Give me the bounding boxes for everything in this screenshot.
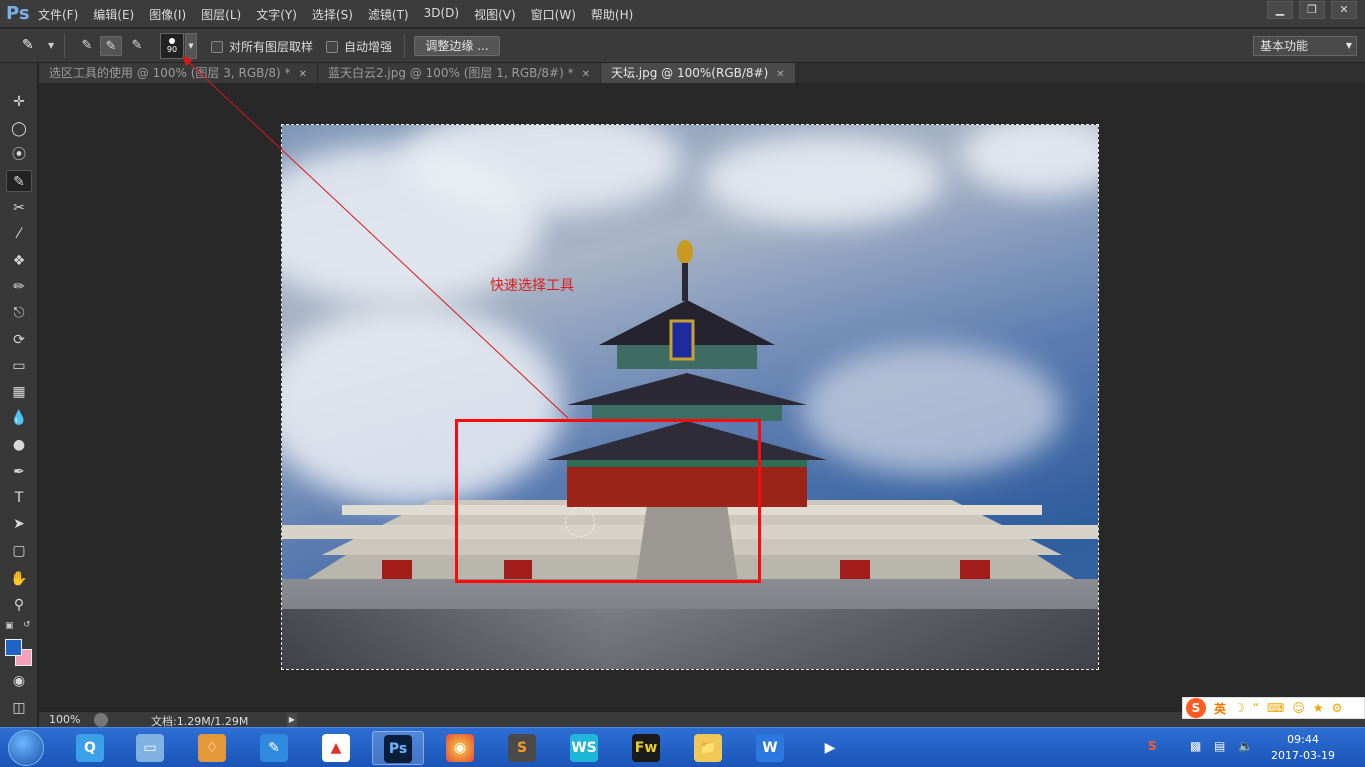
settings-icon[interactable]: ⚙ <box>1332 701 1343 715</box>
status-menu-arrow[interactable]: ▶ <box>287 713 297 727</box>
annotation-arrow <box>182 56 569 419</box>
start-button-icon[interactable] <box>8 730 44 766</box>
sogou-logo-icon[interactable]: S <box>1186 698 1206 718</box>
annotation-highlight-box <box>455 419 761 583</box>
annotation-label: 快速选择工具 <box>490 278 574 294</box>
sogou-tray-icon[interactable]: S <box>1148 739 1157 753</box>
taskbar-app-qq[interactable]: Q <box>64 731 116 765</box>
skin-icon[interactable]: ★ <box>1313 701 1324 715</box>
signal-icon[interactable]: ▩ <box>1190 739 1201 753</box>
taskbar-app-player[interactable]: ▶ <box>804 731 856 765</box>
volume-icon[interactable]: 🔈 <box>1238 739 1253 753</box>
clock-date: 2017-03-19 <box>1271 749 1335 762</box>
zoom-level[interactable]: 100% <box>49 713 80 726</box>
taskbar-app-sublime[interactable]: S <box>496 731 548 765</box>
system-clock[interactable]: 09:44 2017-03-19 <box>1268 732 1338 764</box>
taskbar-app-w[interactable]: W <box>744 731 796 765</box>
windows-taskbar: Q ▭ ♢ ✎ ▲ Ps ◉ S WS Fw 📁 W ▶ S ▩ ▤ 🔈 09:… <box>0 727 1365 767</box>
status-info-icon[interactable] <box>94 713 108 727</box>
taskbar-app-editor[interactable]: ✎ <box>248 731 300 765</box>
taskbar-app-wps[interactable]: ▲ <box>310 731 362 765</box>
keyboard-icon[interactable]: ⌨ <box>1267 701 1284 715</box>
punctuation-icon[interactable]: “ <box>1253 701 1259 715</box>
foreground-color-swatch[interactable] <box>5 639 22 656</box>
ime-mode[interactable]: 英 <box>1214 700 1226 717</box>
moon-icon[interactable]: ☽ <box>1234 701 1245 715</box>
taskbar-app-webstorm[interactable]: WS <box>558 731 610 765</box>
taskbar-app-photoshop[interactable]: Ps <box>372 731 424 765</box>
taskbar-app-notes[interactable]: ▭ <box>124 731 176 765</box>
taskbar-app-explorer[interactable]: 📁 <box>682 731 734 765</box>
taskbar-app-fireworks[interactable]: Fw <box>620 731 672 765</box>
taskbar-app-browser[interactable]: ◉ <box>434 731 486 765</box>
status-bar: 100% 文档:1.29M/1.29M ▶ <box>39 711 1365 728</box>
clock-time: 09:44 <box>1287 733 1319 746</box>
ime-toolbar: S 英 ☽ “ ⌨ ☺ ★ ⚙ <box>1182 697 1365 719</box>
taskbar-app-game[interactable]: ♢ <box>186 731 238 765</box>
network-icon[interactable]: ▤ <box>1214 739 1225 753</box>
emoji-icon[interactable]: ☺ <box>1292 701 1305 715</box>
brush-cursor-icon <box>565 507 595 537</box>
